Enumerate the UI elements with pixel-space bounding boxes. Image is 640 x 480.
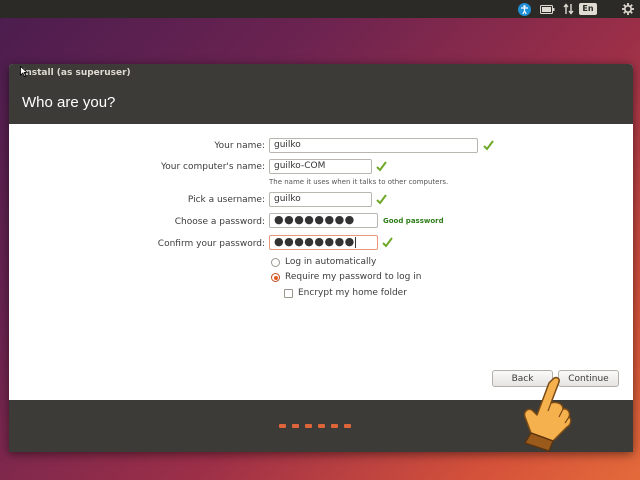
confirm-password-field[interactable]: ●●●●●●●● — [269, 235, 378, 250]
username-field[interactable]: guilko — [269, 192, 372, 207]
confirm-password-label: Confirm your password: — [157, 239, 265, 249]
progress-dots — [279, 424, 351, 428]
language-indicator[interactable]: En — [579, 0, 597, 18]
password-label: Choose a password: — [174, 217, 265, 227]
progress-dot — [344, 424, 351, 428]
text-caret — [354, 236, 356, 248]
name-valid-check-icon — [483, 140, 494, 151]
require-password-label[interactable]: Require my password to log in — [285, 272, 421, 282]
user-form: Your name: guilko Your computer's name: … — [9, 124, 633, 400]
name-label: Your name: — [214, 141, 265, 151]
password-strength-label: Good password — [383, 217, 444, 225]
login-automatically-label[interactable]: Log in automatically — [285, 257, 376, 267]
progress-dot — [292, 424, 299, 428]
confirm-valid-check-icon — [382, 237, 393, 248]
progress-dot — [279, 424, 286, 428]
progress-dot — [331, 424, 338, 428]
username-valid-check-icon — [376, 194, 387, 205]
computer-name-valid-check-icon — [376, 161, 387, 172]
settings-gear-icon[interactable] — [620, 0, 636, 18]
pointing-hand-icon — [523, 376, 572, 452]
battery-icon[interactable] — [538, 0, 556, 18]
encrypt-home-checkbox[interactable] — [284, 289, 293, 298]
progress-dot — [305, 424, 312, 428]
require-password-radio[interactable] — [271, 273, 280, 282]
progress-dot — [318, 424, 325, 428]
accessibility-icon[interactable] — [516, 0, 532, 18]
page-title: Who are you? — [22, 94, 116, 111]
mouse-cursor-icon — [20, 66, 28, 77]
top-panel: En — [0, 0, 640, 18]
password-field[interactable]: ●●●●●●●● — [269, 213, 378, 228]
computer-name-field[interactable]: guilko-COM — [269, 159, 372, 174]
language-label: En — [579, 3, 597, 15]
name-field[interactable]: guilko — [269, 138, 478, 153]
computer-name-hint: The name it uses when it talks to other … — [269, 178, 449, 186]
username-label: Pick a username: — [187, 195, 265, 205]
confirm-password-value: ●●●●●●●● — [274, 235, 355, 248]
window-title: Install (as superuser) — [22, 68, 131, 78]
network-icon[interactable] — [560, 0, 576, 18]
login-automatically-radio[interactable] — [271, 258, 280, 267]
window-titlebar[interactable]: Install (as superuser) Who are you? — [9, 64, 633, 124]
computer-name-label: Your computer's name: — [160, 162, 265, 172]
encrypt-home-label[interactable]: Encrypt my home folder — [298, 288, 407, 298]
